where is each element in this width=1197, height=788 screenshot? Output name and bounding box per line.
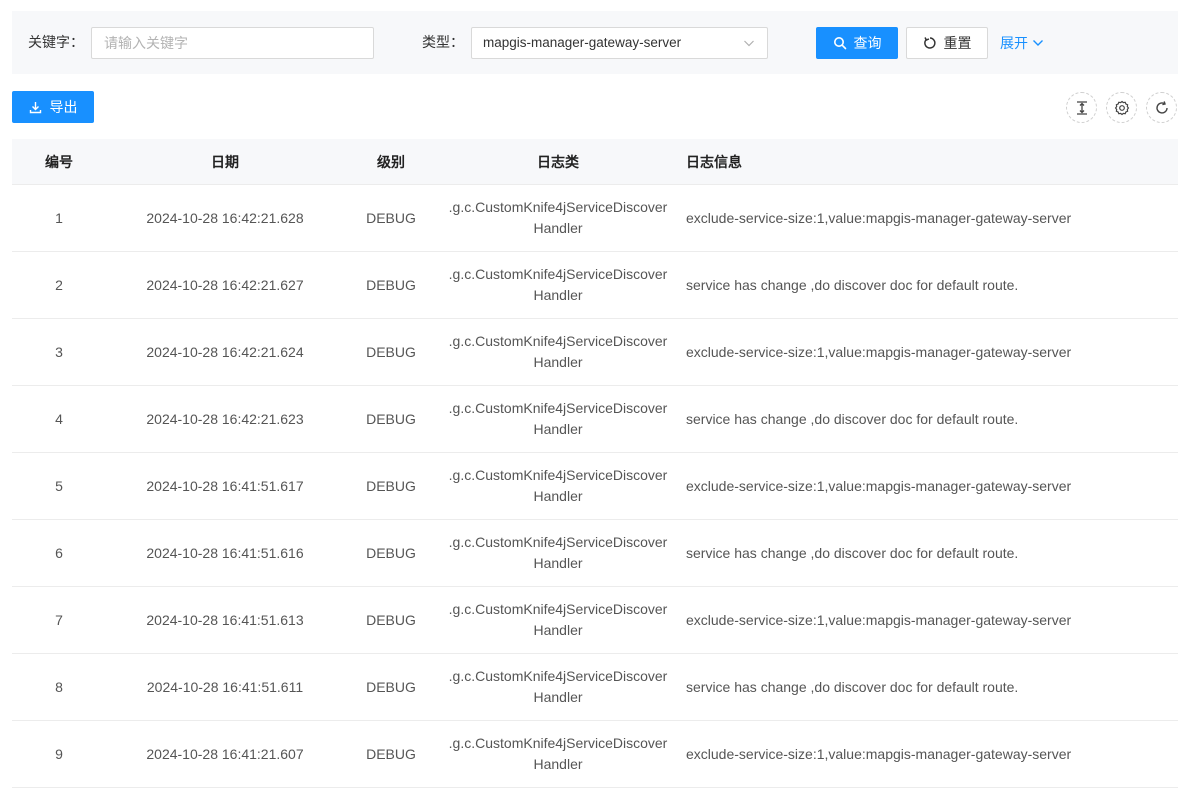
column-header-date: 日期 xyxy=(211,153,239,170)
reload-icon xyxy=(1154,100,1170,116)
table-row: 8 2024-10-28 16:41:51.611 DEBUG .g.c.Cus… xyxy=(12,654,1178,721)
cell-no: 9 xyxy=(55,746,63,762)
cell-class: .g.c.CustomKnife4jServiceDiscoverHandler xyxy=(448,668,668,705)
table-row: 6 2024-10-28 16:41:51.616 DEBUG .g.c.Cus… xyxy=(12,520,1178,587)
cell-date: 2024-10-28 16:42:21.624 xyxy=(146,344,304,360)
cell-date: 2024-10-28 16:41:51.613 xyxy=(146,612,304,628)
expand-link[interactable]: 展开 xyxy=(1000,27,1044,59)
cell-date: 2024-10-28 16:42:21.623 xyxy=(146,411,304,427)
type-select-value: mapgis-manager-gateway-server xyxy=(483,35,682,50)
cell-level: DEBUG xyxy=(366,679,416,695)
cell-no: 3 xyxy=(55,344,63,360)
table-row: 5 2024-10-28 16:41:51.617 DEBUG .g.c.Cus… xyxy=(12,453,1178,520)
cell-no: 6 xyxy=(55,545,63,561)
query-button[interactable]: 查询 xyxy=(816,27,898,59)
cell-date: 2024-10-28 16:41:51.616 xyxy=(146,545,304,561)
cell-date: 2024-10-28 16:42:21.627 xyxy=(146,277,304,293)
cell-level: DEBUG xyxy=(366,478,416,494)
cell-no: 5 xyxy=(55,478,63,494)
search-icon xyxy=(833,36,847,50)
column-height-icon xyxy=(1074,100,1090,116)
reset-icon xyxy=(923,36,937,50)
cell-class: .g.c.CustomKnife4jServiceDiscoverHandler xyxy=(448,199,668,236)
keyword-input[interactable] xyxy=(91,27,374,59)
cell-message: service has change ,do discover doc for … xyxy=(686,679,1019,695)
cell-class: .g.c.CustomKnife4jServiceDiscoverHandler xyxy=(448,333,668,370)
cell-class: .g.c.CustomKnife4jServiceDiscoverHandler xyxy=(448,601,668,638)
cell-date: 2024-10-28 16:41:21.607 xyxy=(146,746,304,762)
search-panel: 关键字： 类型： mapgis-manager-gateway-server 查… xyxy=(12,11,1178,74)
cell-class: .g.c.CustomKnife4jServiceDiscoverHandler xyxy=(448,266,668,303)
cell-class: .g.c.CustomKnife4jServiceDiscoverHandler xyxy=(448,735,668,772)
table-row: 4 2024-10-28 16:42:21.623 DEBUG .g.c.Cus… xyxy=(12,386,1178,453)
cell-level: DEBUG xyxy=(366,746,416,762)
table-row: 9 2024-10-28 16:41:21.607 DEBUG .g.c.Cus… xyxy=(12,721,1178,788)
settings-icon xyxy=(1114,100,1130,116)
type-label: 类型： xyxy=(422,34,464,50)
expand-link-label: 展开 xyxy=(1000,35,1028,51)
cell-level: DEBUG xyxy=(366,545,416,561)
column-header-message: 日志信息 xyxy=(686,153,742,170)
cell-message: exclude-service-size:1,value:mapgis-mana… xyxy=(686,478,1072,494)
cell-level: DEBUG xyxy=(366,210,416,226)
reset-button-label: 重置 xyxy=(943,35,972,51)
cell-class: .g.c.CustomKnife4jServiceDiscoverHandler xyxy=(448,400,668,437)
table-row: 1 2024-10-28 16:42:21.628 DEBUG .g.c.Cus… xyxy=(12,185,1178,252)
download-icon xyxy=(29,101,42,114)
cell-level: DEBUG xyxy=(366,612,416,628)
cell-message: exclude-service-size:1,value:mapgis-mana… xyxy=(686,612,1072,628)
column-header-class: 日志类 xyxy=(537,153,579,170)
cell-level: DEBUG xyxy=(366,277,416,293)
table-row: 7 2024-10-28 16:41:51.613 DEBUG .g.c.Cus… xyxy=(12,587,1178,654)
column-header-no: 编号 xyxy=(45,153,73,170)
cell-message: service has change ,do discover doc for … xyxy=(686,411,1019,427)
table-row: 3 2024-10-28 16:42:21.624 DEBUG .g.c.Cus… xyxy=(12,319,1178,386)
cell-message: service has change ,do discover doc for … xyxy=(686,545,1019,561)
chevron-down-icon xyxy=(1032,37,1044,49)
export-button-label: 导出 xyxy=(49,99,78,115)
table-row: 2 2024-10-28 16:42:21.627 DEBUG .g.c.Cus… xyxy=(12,252,1178,319)
column-height-button[interactable] xyxy=(1066,92,1097,123)
cell-level: DEBUG xyxy=(366,411,416,427)
cell-message: exclude-service-size:1,value:mapgis-mana… xyxy=(686,344,1072,360)
query-button-label: 查询 xyxy=(853,35,882,51)
cell-date: 2024-10-28 16:41:51.611 xyxy=(146,679,304,695)
cell-no: 7 xyxy=(55,612,63,628)
cell-no: 1 xyxy=(55,210,63,226)
reset-button[interactable]: 重置 xyxy=(906,27,988,59)
cell-no: 4 xyxy=(55,411,63,427)
cell-message: service has change ,do discover doc for … xyxy=(686,277,1019,293)
cell-level: DEBUG xyxy=(366,344,416,360)
column-header-level: 级别 xyxy=(377,153,405,170)
export-button[interactable]: 导出 xyxy=(12,91,94,123)
cell-class: .g.c.CustomKnife4jServiceDiscoverHandler xyxy=(448,534,668,571)
cell-no: 2 xyxy=(55,277,63,293)
reload-button[interactable] xyxy=(1146,92,1177,123)
cell-no: 8 xyxy=(55,679,63,695)
table-header: 编号 日期 级别 日志类 日志信息 xyxy=(12,139,1178,185)
cell-date: 2024-10-28 16:42:21.628 xyxy=(146,210,304,226)
settings-button[interactable] xyxy=(1106,92,1137,123)
keyword-label: 关键字： xyxy=(28,34,84,50)
log-table: 编号 日期 级别 日志类 日志信息 1 2024-10-28 16:42:21.… xyxy=(12,139,1178,788)
type-select[interactable]: mapgis-manager-gateway-server xyxy=(471,27,768,59)
chevron-down-icon xyxy=(743,37,755,49)
cell-message: exclude-service-size:1,value:mapgis-mana… xyxy=(686,210,1072,226)
cell-date: 2024-10-28 16:41:51.617 xyxy=(146,478,304,494)
cell-class: .g.c.CustomKnife4jServiceDiscoverHandler xyxy=(448,467,668,504)
cell-message: exclude-service-size:1,value:mapgis-mana… xyxy=(686,746,1072,762)
